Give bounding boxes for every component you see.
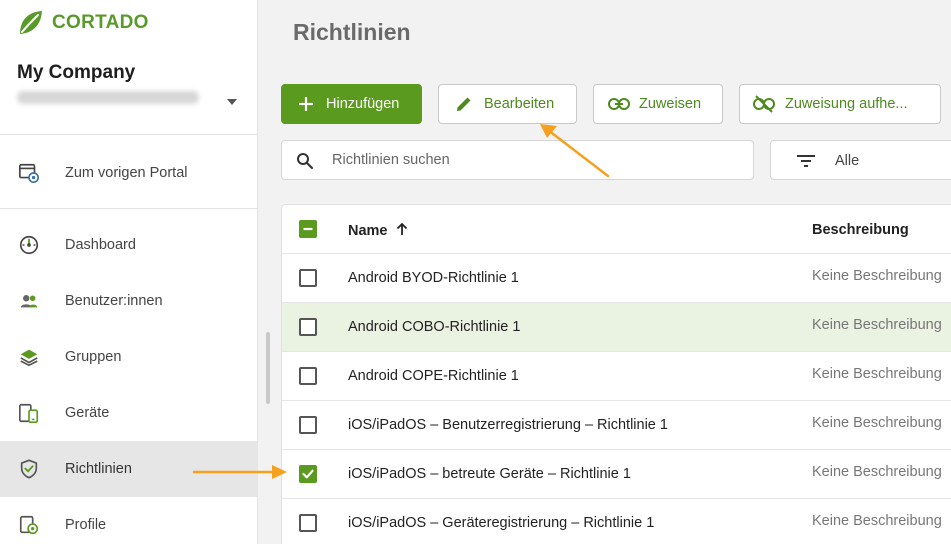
plus-icon [299,97,313,111]
policy-description: Keine Beschreibung [812,317,942,333]
policy-description: Keine Beschreibung [812,513,942,529]
link-icon [608,98,630,110]
sidebar-item-users[interactable]: Benutzer:innen [0,273,257,329]
row-checkbox[interactable] [299,269,317,287]
policy-name: iOS/iPadOS – Geräteregistrierung – Richt… [348,515,655,531]
table-row[interactable]: iOS/iPadOS – Geräteregistrierung – Richt… [282,499,951,544]
table-row[interactable]: iOS/iPadOS – betreute Geräte – Richtlini… [282,450,951,499]
select-all-checkbox[interactable] [299,220,317,238]
filter-icon [797,155,815,167]
sidebar-item-profiles[interactable]: Profile [0,497,257,544]
search-icon [297,153,314,170]
policy-name: iOS/iPadOS – Benutzerregistrierung – Ric… [348,417,668,433]
policy-description: Keine Beschreibung [812,464,942,480]
filter-label: Alle [835,153,860,169]
divider [0,134,258,135]
sidebar-item-dashboard[interactable]: Dashboard [0,217,257,273]
policy-description: Keine Beschreibung [812,415,942,431]
policy-name: Android COPE-Richtlinie 1 [348,368,519,384]
sidebar-item-label: Dashboard [65,237,136,253]
sidebar-item-groups[interactable]: Gruppen [0,329,257,385]
annotation-arrow-icon [540,124,610,178]
add-button-label: Hinzufügen [326,96,400,112]
filter-select[interactable]: Alle [770,140,951,180]
company-name: My Company [17,62,136,83]
devices-icon [19,403,39,423]
unassign-button-label: Zuweisung aufhe... [785,96,908,112]
annotation-arrow-icon [192,465,287,479]
shield-check-icon [20,459,38,479]
column-header-name[interactable]: Name [348,222,408,239]
table-row[interactable]: Android COBO-Richtlinie 1 Keine Beschrei… [282,303,951,352]
indeterminate-icon [303,227,313,231]
pencil-icon [457,97,471,111]
assign-button-label: Zuweisen [639,96,702,112]
checkmark-icon [302,469,314,479]
column-header-description[interactable]: Beschreibung [812,222,909,238]
chevron-down-icon[interactable] [227,99,237,105]
sidebar-item-label: Richtlinien [65,461,132,477]
sort-ascending-icon [396,222,407,235]
layers-icon [20,349,38,367]
brand-name: CORTADO [52,12,149,33]
table-row[interactable]: Android COPE-Richtlinie 1 Keine Beschrei… [282,352,951,401]
sidebar-item-label: Geräte [65,405,110,421]
row-checkbox[interactable] [299,514,317,532]
policy-name: Android COBO-Richtlinie 1 [348,319,521,335]
policy-description: Keine Beschreibung [812,366,942,382]
sidebar-item-label: Profile [65,517,107,533]
sidebar-item-label: Zum vorigen Portal [65,165,188,181]
link-off-icon [753,95,775,113]
policies-table: Name Beschreibung Android BYOD-Richtlini… [281,204,951,544]
brand-logo[interactable]: CORTADO [16,8,149,38]
row-checkbox[interactable] [299,367,317,385]
sidebar-item-devices[interactable]: Geräte [0,385,257,441]
portal-back-icon [19,163,39,183]
policy-name: iOS/iPadOS – betreute Geräte – Richtlini… [348,466,631,482]
add-button[interactable]: Hinzufügen [281,84,422,124]
row-checkbox[interactable] [299,318,317,336]
row-checkbox-checked[interactable] [299,465,317,483]
page-title: Richtlinien [293,19,411,45]
divider [0,208,258,209]
unassign-button[interactable]: Zuweisung aufhe... [739,84,941,124]
leaf-logo-icon [20,11,42,34]
row-checkbox[interactable] [299,416,317,434]
policy-name: Android BYOD-Richtlinie 1 [348,270,519,286]
sidebar-item-label: Gruppen [65,349,122,365]
policy-description: Keine Beschreibung [812,268,942,284]
search-box [281,140,754,180]
table-row[interactable]: Android BYOD-Richtlinie 1 Keine Beschrei… [282,254,951,303]
sidebar-item-label: Benutzer:innen [65,293,163,309]
profile-settings-icon [19,515,39,535]
sidebar-item-previous-portal[interactable]: Zum vorigen Portal [0,145,257,201]
sidebar-scrollbar[interactable] [266,332,270,404]
dashboard-gauge-icon [19,235,39,255]
table-header-row: Name Beschreibung [282,205,951,254]
edit-button-label: Bearbeiten [484,96,555,112]
users-icon [20,295,38,308]
account-email-redacted [17,91,199,104]
table-row[interactable]: iOS/iPadOS – Benutzerregistrierung – Ric… [282,401,951,450]
